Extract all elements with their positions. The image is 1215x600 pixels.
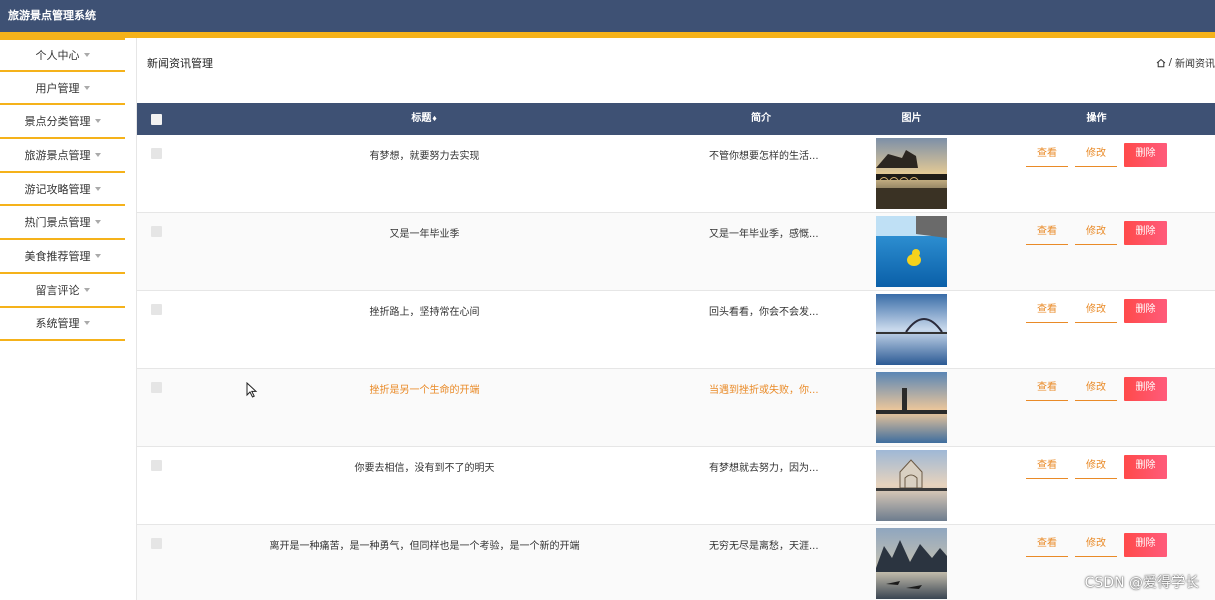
sidebar-item-category-management[interactable]: 景点分类管理	[0, 105, 125, 140]
sidebar-item-comments[interactable]: 留言评论	[0, 274, 125, 308]
table-row: 挫折路上，坚持常在心间 回头看看，你会不会发... 查看 修改 删除	[137, 291, 1215, 369]
view-button[interactable]: 查看	[1026, 455, 1068, 479]
edit-button[interactable]: 修改	[1075, 221, 1117, 245]
rubber-duck-pool-image	[876, 216, 947, 287]
app-title: 旅游景点管理系统	[8, 9, 96, 22]
edit-button[interactable]: 修改	[1075, 377, 1117, 401]
row-thumbnail	[876, 528, 947, 599]
breadcrumb: / 新闻资讯	[1156, 55, 1215, 70]
delete-button[interactable]: 删除	[1124, 299, 1167, 323]
sidebar-item-system-management[interactable]: 系统管理	[0, 308, 125, 342]
delete-button[interactable]: 删除	[1124, 143, 1167, 167]
column-header-image: 图片	[901, 113, 922, 124]
breadcrumb-separator: /	[1168, 57, 1172, 68]
watermark: CSDN @爱得学长	[1084, 575, 1199, 591]
row-checkbox[interactable]	[151, 148, 162, 159]
table-row: 有梦想，就要努力去实现 不管你想要怎样的生活... 查看 修改 删除	[137, 135, 1215, 213]
sort-icon[interactable]: ♦	[431, 115, 437, 123]
edit-button[interactable]: 修改	[1075, 455, 1117, 479]
select-all-checkbox[interactable]	[151, 114, 162, 125]
breadcrumb-current: 新闻资讯	[1175, 59, 1215, 70]
sidebar-item-food-recommend-management[interactable]: 美食推荐管理	[0, 240, 125, 274]
delete-button[interactable]: 删除	[1124, 221, 1167, 245]
column-header-intro: 简介	[751, 113, 771, 124]
row-title: 又是一年毕业季	[389, 229, 460, 240]
chevron-down-icon	[83, 321, 90, 326]
row-intro: 回头看看，你会不会发...	[709, 307, 819, 318]
table-row: 离开是一种痛苦，是一种勇气，但同样也是一个考验，是一个新的开端 无穷无尽是离愁，…	[137, 525, 1215, 600]
row-thumbnail	[876, 372, 947, 443]
row-title: 有梦想，就要努力去实现	[369, 151, 480, 162]
news-table: 标题♦ 简介 图片 操作 有梦想，就要努力去实现 不管你想要怎样的生活... 查…	[137, 103, 1215, 600]
row-checkbox[interactable]	[151, 226, 162, 237]
view-button[interactable]: 查看	[1026, 377, 1068, 401]
chevron-down-icon	[83, 85, 90, 90]
chevron-down-icon	[83, 52, 90, 57]
column-header-title[interactable]: 标题♦	[217, 103, 632, 135]
row-thumbnail	[876, 138, 947, 209]
delete-button[interactable]: 删除	[1124, 533, 1167, 557]
tower-lake-sunset-image	[876, 372, 947, 443]
row-title: 离开是一种痛苦，是一种勇气，但同样也是一个考验，是一个新的开端	[269, 541, 580, 552]
delete-button[interactable]: 删除	[1124, 377, 1167, 401]
row-checkbox[interactable]	[151, 382, 162, 393]
temple-reflection-image	[876, 450, 947, 521]
table-row: 挫折是另一个生命的开端 当遇到挫折或失败，你... 查看 修改 删除	[137, 369, 1215, 447]
bridge-pavilion-sunset-image	[876, 138, 947, 209]
row-checkbox[interactable]	[151, 538, 162, 549]
row-checkbox[interactable]	[151, 304, 162, 315]
sidebar-item-user-management[interactable]: 用户管理	[0, 72, 125, 106]
top-header: 旅游景点管理系统	[0, 0, 1215, 32]
mouse-cursor-icon	[246, 382, 258, 398]
chevron-down-icon	[94, 152, 101, 157]
chevron-down-icon	[94, 220, 101, 225]
delete-button[interactable]: 删除	[1124, 455, 1167, 479]
edit-button[interactable]: 修改	[1075, 299, 1117, 323]
home-icon[interactable]	[1156, 58, 1166, 68]
page-title: 新闻资讯管理	[147, 57, 213, 70]
row-thumbnail	[876, 450, 947, 521]
row-intro: 当遇到挫折或失败，你...	[709, 385, 819, 396]
row-intro: 又是一年毕业季，感慨...	[709, 229, 819, 240]
karst-mountains-boats-image	[876, 528, 947, 599]
row-title: 你要去相信，没有到不了的明天	[354, 463, 495, 474]
row-thumbnail	[876, 216, 947, 287]
view-button[interactable]: 查看	[1026, 533, 1068, 557]
column-header-actions: 操作	[1086, 113, 1107, 124]
chevron-down-icon	[94, 119, 101, 124]
row-checkbox[interactable]	[151, 460, 162, 471]
sidebar-item-travel-guide-management[interactable]: 游记攻略管理	[0, 173, 125, 207]
bridge-over-water-image	[876, 294, 947, 365]
edit-button[interactable]: 修改	[1075, 533, 1117, 557]
chevron-down-icon	[83, 287, 90, 292]
chevron-down-icon	[94, 253, 101, 258]
main-content: 新闻资讯管理 / 新闻资讯 标题♦ 简介 图片 操作 有梦想，就要努力去实现 不…	[136, 38, 1215, 600]
view-button[interactable]: 查看	[1026, 143, 1068, 167]
sidebar: 个人中心 用户管理 景点分类管理 旅游景点管理 游记攻略管理 热门景点管理 美食…	[0, 38, 125, 600]
edit-button[interactable]: 修改	[1075, 143, 1117, 167]
sidebar-item-personal-center[interactable]: 个人中心	[0, 38, 125, 72]
view-button[interactable]: 查看	[1026, 299, 1068, 323]
table-row: 又是一年毕业季 又是一年毕业季，感慨... 查看 修改 删除	[137, 213, 1215, 291]
table-row: 你要去相信，没有到不了的明天 有梦想就去努力，因为... 查看 修改 删除	[137, 447, 1215, 525]
chevron-down-icon	[94, 186, 101, 191]
row-intro: 有梦想就去努力，因为...	[709, 463, 819, 474]
sidebar-item-hot-attraction-management[interactable]: 热门景点管理	[0, 206, 125, 241]
row-title: 挫折路上，坚持常在心间	[369, 307, 480, 318]
row-thumbnail	[876, 294, 947, 365]
row-intro: 不管你想要怎样的生活...	[709, 151, 819, 162]
view-button[interactable]: 查看	[1026, 221, 1068, 245]
table-header: 标题♦ 简介 图片 操作	[137, 103, 1215, 135]
row-intro: 无穷无尽是离愁，天涯...	[709, 541, 819, 552]
sidebar-item-attraction-management[interactable]: 旅游景点管理	[0, 139, 125, 173]
row-title[interactable]: 挫折是另一个生命的开端	[217, 381, 632, 396]
